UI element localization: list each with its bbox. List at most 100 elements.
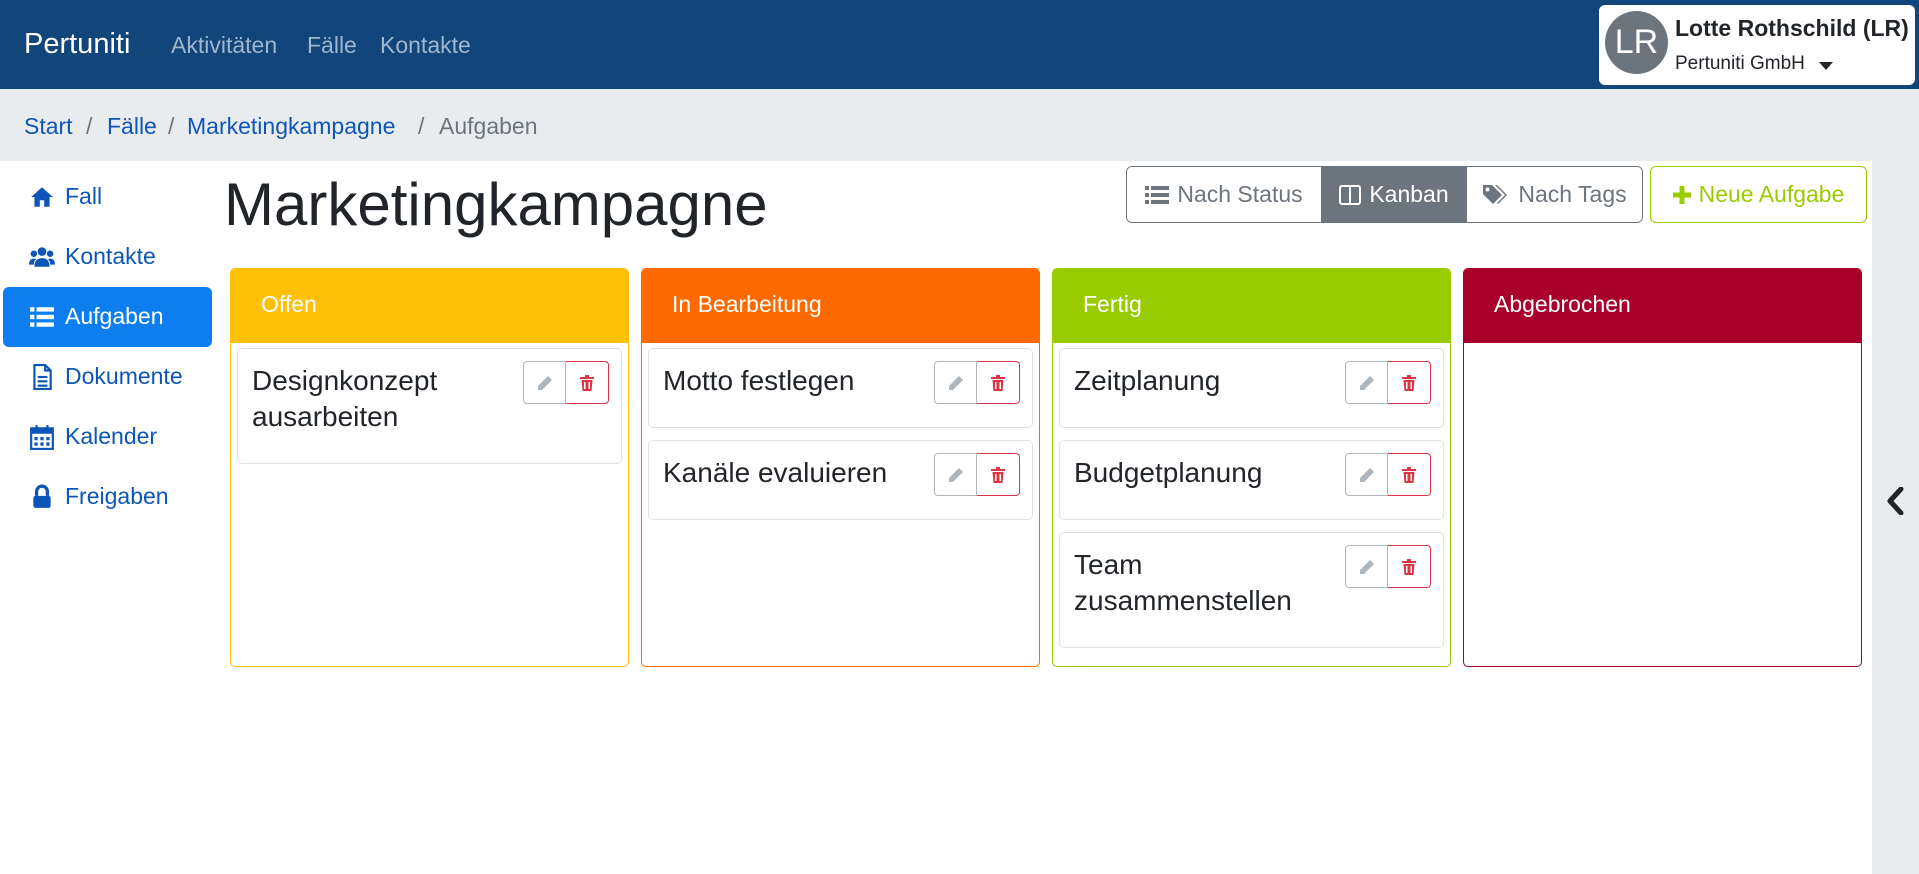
- column-header: In Bearbeitung: [642, 269, 1039, 343]
- task-title: Zeitplanung: [1074, 365, 1221, 396]
- user-company: Pertuniti GmbH: [1675, 53, 1805, 74]
- breadcrumb-start[interactable]: Start: [24, 113, 73, 140]
- pencil-icon: [537, 375, 552, 390]
- task-card[interactable]: Kanäle evaluieren: [648, 440, 1033, 520]
- task-title: Kanäle evaluieren: [663, 457, 888, 488]
- users-icon: [29, 247, 55, 267]
- task-card[interactable]: Team zusammenstellen: [1059, 532, 1444, 648]
- kanban-column-fertig: Fertig Zeitplanung Budgetplanung Team zu…: [1052, 268, 1451, 667]
- task-title: Budgetplanung: [1074, 457, 1263, 488]
- view-toggle-group: Nach Status Kanban Nach Tags: [1126, 166, 1643, 223]
- edit-button[interactable]: [1345, 545, 1388, 588]
- trash-icon: [991, 466, 1005, 483]
- sidebar-item-label: Freigaben: [65, 483, 169, 509]
- view-by-status-label: Nach Status: [1177, 181, 1303, 207]
- task-title: Team zusammenstellen: [1074, 549, 1292, 616]
- breadcrumb-separator: /: [86, 113, 93, 139]
- breadcrumb-current: Aufgaben: [439, 113, 538, 139]
- plus-icon: [1672, 185, 1691, 204]
- kanban-column-abgebrochen: Abgebrochen: [1463, 268, 1862, 667]
- trash-icon: [1402, 466, 1416, 483]
- task-title: Motto festlegen: [663, 365, 855, 396]
- kanban-column-offen: Offen Designkonzept ausarbeiten: [230, 268, 629, 667]
- view-kanban-button[interactable]: Kanban: [1321, 167, 1466, 222]
- task-card[interactable]: Designkonzept ausarbeiten: [237, 348, 622, 464]
- trash-icon: [580, 374, 594, 391]
- column-header: Fertig: [1053, 269, 1450, 343]
- pencil-icon: [1359, 559, 1374, 574]
- sidebar-item-label: Aufgaben: [65, 303, 164, 329]
- calendar-icon: [30, 425, 54, 450]
- task-actions: [934, 453, 1020, 496]
- pencil-icon: [948, 375, 963, 390]
- user-menu[interactable]: LR Lotte Rothschild (LR) Pertuniti GmbH: [1599, 5, 1915, 85]
- chevron-down-icon[interactable]: [1819, 62, 1833, 70]
- lock-icon: [33, 484, 51, 508]
- task-card[interactable]: Motto festlegen: [648, 348, 1033, 428]
- sidebar-item-dokumente[interactable]: Dokumente: [3, 347, 212, 407]
- sidebar-item-label: Fall: [65, 183, 103, 209]
- view-kanban-label: Kanban: [1369, 181, 1449, 207]
- list-icon: [1145, 185, 1170, 204]
- delete-button[interactable]: [977, 361, 1020, 404]
- task-card[interactable]: Budgetplanung: [1059, 440, 1444, 520]
- task-actions: [1345, 453, 1431, 496]
- top-navbar: Pertuniti Aktivitäten Fälle Kontakte LR …: [0, 0, 1919, 89]
- home-icon: [31, 187, 53, 207]
- document-icon: [33, 364, 52, 390]
- column-header: Abgebrochen: [1464, 269, 1861, 343]
- task-actions: [1345, 545, 1431, 588]
- column-header: Offen: [231, 269, 628, 343]
- sidebar-item-aufgaben[interactable]: Aufgaben: [3, 287, 212, 347]
- pencil-icon: [1359, 375, 1374, 390]
- edit-button[interactable]: [934, 453, 977, 496]
- breadcrumb-separator: /: [168, 113, 175, 139]
- new-task-button[interactable]: Neue Aufgabe: [1650, 166, 1867, 223]
- breadcrumb-separator: /: [418, 113, 425, 139]
- pencil-icon: [1359, 467, 1374, 482]
- task-actions: [523, 361, 609, 404]
- kanban-column-in-bearbeitung: In Bearbeitung Motto festlegen Kanäle ev…: [641, 268, 1040, 667]
- edit-button[interactable]: [934, 361, 977, 404]
- delete-button[interactable]: [977, 453, 1020, 496]
- list-icon: [30, 307, 54, 327]
- nav-link-faelle[interactable]: Fälle: [307, 32, 357, 59]
- delete-button[interactable]: [1388, 361, 1431, 404]
- task-actions: [934, 361, 1020, 404]
- sidebar-item-kontakte[interactable]: Kontakte: [3, 227, 212, 287]
- view-by-tags-label: Nach Tags: [1518, 181, 1627, 207]
- sidebar-item-label: Kontakte: [65, 243, 156, 269]
- nav-link-aktivitaeten[interactable]: Aktivitäten: [171, 32, 277, 59]
- columns-icon: [1339, 184, 1362, 205]
- sidebar-item-fall[interactable]: Fall: [3, 167, 212, 227]
- brand-logo[interactable]: Pertuniti: [24, 28, 130, 61]
- pencil-icon: [948, 467, 963, 482]
- view-by-status-button[interactable]: Nach Status: [1127, 167, 1321, 222]
- tags-icon: [1483, 184, 1508, 204]
- delete-button[interactable]: [1388, 545, 1431, 588]
- breadcrumb-faelle[interactable]: Fälle: [107, 113, 157, 140]
- delete-button[interactable]: [1388, 453, 1431, 496]
- breadcrumb: Start / Fälle / Marketingkampagne / Aufg…: [0, 89, 1919, 161]
- page-title: Marketingkampagne: [224, 171, 768, 238]
- chevron-left-icon[interactable]: [1886, 487, 1906, 515]
- task-title: Designkonzept ausarbeiten: [252, 365, 438, 432]
- avatar: LR: [1605, 11, 1668, 74]
- user-name: Lotte Rothschild (LR): [1675, 15, 1909, 41]
- edit-button[interactable]: [1345, 453, 1388, 496]
- new-task-label: Neue Aufgabe: [1698, 181, 1845, 207]
- delete-button[interactable]: [566, 361, 609, 404]
- sidebar-item-kalender[interactable]: Kalender: [3, 407, 212, 467]
- sidebar-item-label: Dokumente: [65, 363, 183, 389]
- task-card[interactable]: Zeitplanung: [1059, 348, 1444, 428]
- edit-button[interactable]: [1345, 361, 1388, 404]
- breadcrumb-marketingkampagne[interactable]: Marketingkampagne: [187, 113, 395, 140]
- nav-link-kontakte[interactable]: Kontakte: [380, 32, 471, 59]
- sidebar-item-label: Kalender: [65, 423, 158, 449]
- trash-icon: [991, 374, 1005, 391]
- view-by-tags-button[interactable]: Nach Tags: [1466, 167, 1642, 222]
- trash-icon: [1402, 374, 1416, 391]
- right-side-panel: [1872, 161, 1919, 874]
- edit-button[interactable]: [523, 361, 566, 404]
- sidebar-item-freigaben[interactable]: Freigaben: [3, 467, 212, 527]
